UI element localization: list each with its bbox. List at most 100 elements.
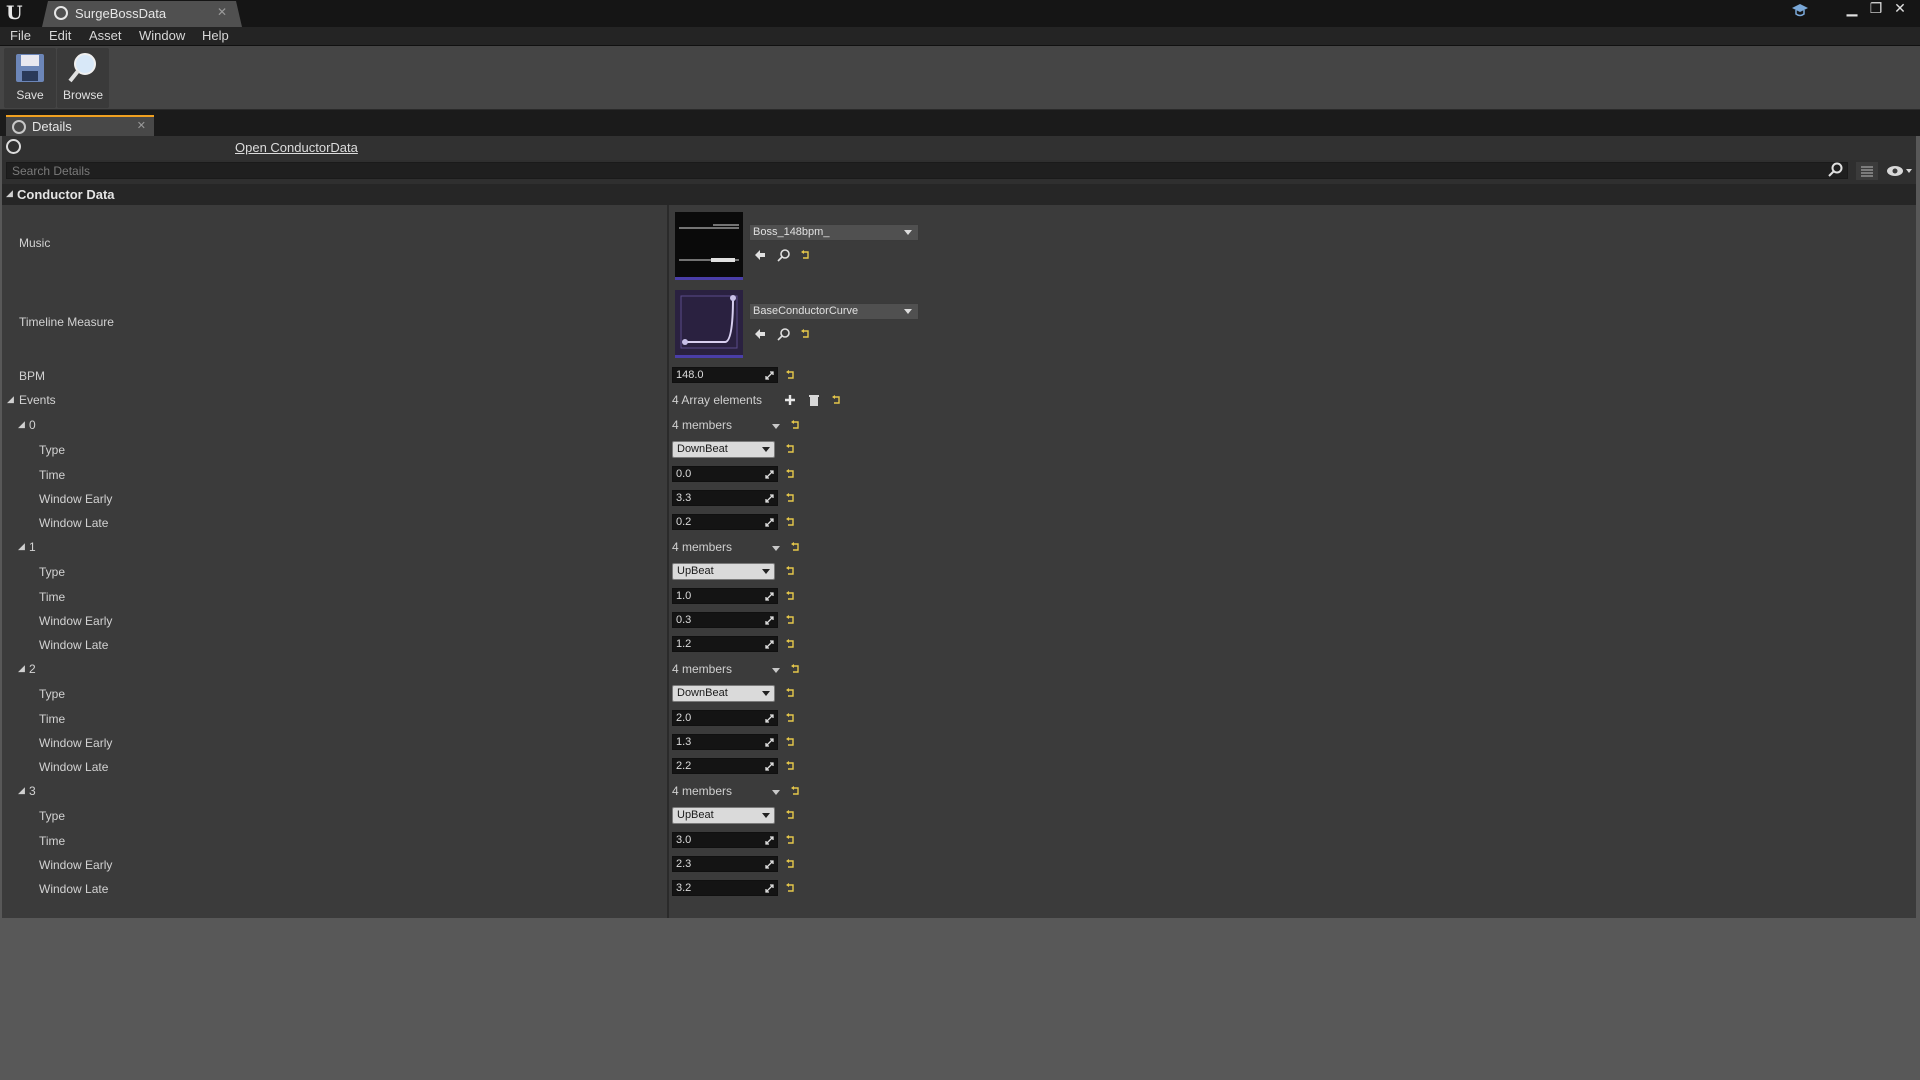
time-input[interactable]: 1.0 xyxy=(672,588,778,604)
timeline-thumbnail[interactable] xyxy=(675,290,743,358)
reset-to-default-icon[interactable] xyxy=(785,835,795,845)
reset-to-default-icon[interactable] xyxy=(785,566,795,576)
time-label: Time xyxy=(39,590,66,604)
reset-to-default-icon[interactable] xyxy=(785,883,795,893)
reset-to-default-icon[interactable] xyxy=(785,713,795,723)
add-element-icon[interactable] xyxy=(783,393,797,407)
collapse-arrow-icon[interactable]: ◢ xyxy=(6,188,13,199)
menu-asset[interactable]: Asset xyxy=(89,28,122,43)
type-combo[interactable]: UpBeat xyxy=(672,807,775,824)
window-early-input[interactable]: 0.3 xyxy=(672,612,778,628)
search-details-input[interactable] xyxy=(6,162,1848,179)
open-conductor-data-link[interactable]: Open ConductorData xyxy=(235,140,358,155)
collapse-arrow-icon[interactable]: ◢ xyxy=(18,419,25,430)
document-tab[interactable]: SurgeBossData ✕ xyxy=(42,1,242,27)
reset-to-default-icon[interactable] xyxy=(785,737,795,747)
reset-to-default-icon[interactable] xyxy=(831,395,841,405)
reset-to-default-icon[interactable] xyxy=(785,469,795,479)
help-icon[interactable] xyxy=(1790,3,1810,19)
reset-to-default-icon[interactable] xyxy=(785,370,795,380)
bpm-input[interactable]: 148.0 xyxy=(672,367,778,383)
save-button[interactable]: Save xyxy=(4,48,56,108)
reset-to-default-icon[interactable] xyxy=(800,250,810,260)
window-early-input[interactable]: 2.3 xyxy=(672,856,778,872)
drag-spin-icon[interactable] xyxy=(765,639,774,649)
time-input[interactable]: 2.0 xyxy=(672,710,778,726)
reset-to-default-icon[interactable] xyxy=(785,493,795,503)
reset-to-default-icon[interactable] xyxy=(790,664,800,674)
drag-spin-icon[interactable] xyxy=(765,517,774,527)
drag-spin-icon[interactable] xyxy=(765,615,774,625)
browse-asset-icon[interactable] xyxy=(777,248,791,262)
collapse-arrow-icon[interactable]: ◢ xyxy=(7,394,14,405)
chevron-down-icon[interactable] xyxy=(772,424,780,429)
type-combo[interactable]: UpBeat xyxy=(672,563,775,580)
time-input[interactable]: 3.0 xyxy=(672,832,778,848)
details-tab[interactable]: Details ✕ xyxy=(6,115,154,136)
drag-spin-icon[interactable] xyxy=(765,591,774,601)
reset-to-default-icon[interactable] xyxy=(785,639,795,649)
view-options-button[interactable] xyxy=(1856,162,1878,180)
chevron-down-icon[interactable] xyxy=(772,546,780,551)
window-late-input[interactable]: 3.2 xyxy=(672,880,778,896)
bpm-value: 148.0 xyxy=(676,369,704,381)
window-late-label: Window Late xyxy=(39,516,109,530)
menu-edit[interactable]: Edit xyxy=(49,28,71,43)
menu-help[interactable]: Help xyxy=(202,28,229,43)
drag-spin-icon[interactable] xyxy=(765,835,774,845)
window-late-input[interactable]: 1.2 xyxy=(672,636,778,652)
collapse-arrow-icon[interactable]: ◢ xyxy=(18,541,25,552)
reset-to-default-icon[interactable] xyxy=(785,761,795,771)
window-early-input[interactable]: 3.3 xyxy=(672,490,778,506)
search-icon[interactable] xyxy=(1828,162,1844,178)
drag-spin-icon[interactable] xyxy=(765,469,774,479)
curve-icon xyxy=(680,295,738,349)
drag-spin-icon[interactable] xyxy=(765,713,774,723)
close-tab-icon[interactable]: ✕ xyxy=(217,5,227,19)
eye-icon[interactable] xyxy=(1886,164,1912,178)
minimize-icon[interactable]: ▁ xyxy=(1842,0,1862,18)
music-asset-combo[interactable]: Boss_148bpm_ xyxy=(749,224,919,241)
type-value: UpBeat xyxy=(677,809,714,821)
drag-spin-icon[interactable] xyxy=(765,370,774,380)
reset-to-default-icon[interactable] xyxy=(790,542,800,552)
category-conductor-data[interactable]: ◢ Conductor Data xyxy=(2,184,1916,205)
music-thumbnail[interactable] xyxy=(675,212,743,280)
chevron-down-icon[interactable] xyxy=(772,790,780,795)
type-combo[interactable]: DownBeat xyxy=(672,685,775,702)
window-early-input[interactable]: 1.3 xyxy=(672,734,778,750)
reset-to-default-icon[interactable] xyxy=(785,517,795,527)
reset-to-default-icon[interactable] xyxy=(790,786,800,796)
reset-to-default-icon[interactable] xyxy=(785,688,795,698)
chevron-down-icon[interactable] xyxy=(772,668,780,673)
type-combo[interactable]: DownBeat xyxy=(672,441,775,458)
drag-spin-icon[interactable] xyxy=(765,859,774,869)
collapse-arrow-icon[interactable]: ◢ xyxy=(18,663,25,674)
menu-file[interactable]: File xyxy=(10,28,31,43)
time-input[interactable]: 0.0 xyxy=(672,466,778,482)
browse-button[interactable]: Browse xyxy=(57,48,109,108)
reset-to-default-icon[interactable] xyxy=(785,859,795,869)
close-details-icon[interactable]: ✕ xyxy=(137,119,146,132)
timeline-asset-combo[interactable]: BaseConductorCurve xyxy=(749,303,919,320)
drag-spin-icon[interactable] xyxy=(765,493,774,503)
close-window-icon[interactable]: ✕ xyxy=(1890,0,1910,18)
reset-to-default-icon[interactable] xyxy=(785,615,795,625)
use-selected-arrow-icon[interactable] xyxy=(753,248,767,262)
drag-spin-icon[interactable] xyxy=(765,761,774,771)
reset-to-default-icon[interactable] xyxy=(785,444,795,454)
menu-window[interactable]: Window xyxy=(139,28,185,43)
drag-spin-icon[interactable] xyxy=(765,737,774,747)
browse-asset-icon[interactable] xyxy=(777,327,791,341)
window-late-input[interactable]: 0.2 xyxy=(672,514,778,530)
reset-to-default-icon[interactable] xyxy=(785,591,795,601)
window-late-input[interactable]: 2.2 xyxy=(672,758,778,774)
restore-icon[interactable]: ❐ xyxy=(1866,0,1886,18)
reset-to-default-icon[interactable] xyxy=(800,329,810,339)
trash-icon[interactable] xyxy=(807,393,821,407)
drag-spin-icon[interactable] xyxy=(765,883,774,893)
use-selected-arrow-icon[interactable] xyxy=(753,327,767,341)
collapse-arrow-icon[interactable]: ◢ xyxy=(18,785,25,796)
reset-to-default-icon[interactable] xyxy=(790,420,800,430)
reset-to-default-icon[interactable] xyxy=(785,810,795,820)
